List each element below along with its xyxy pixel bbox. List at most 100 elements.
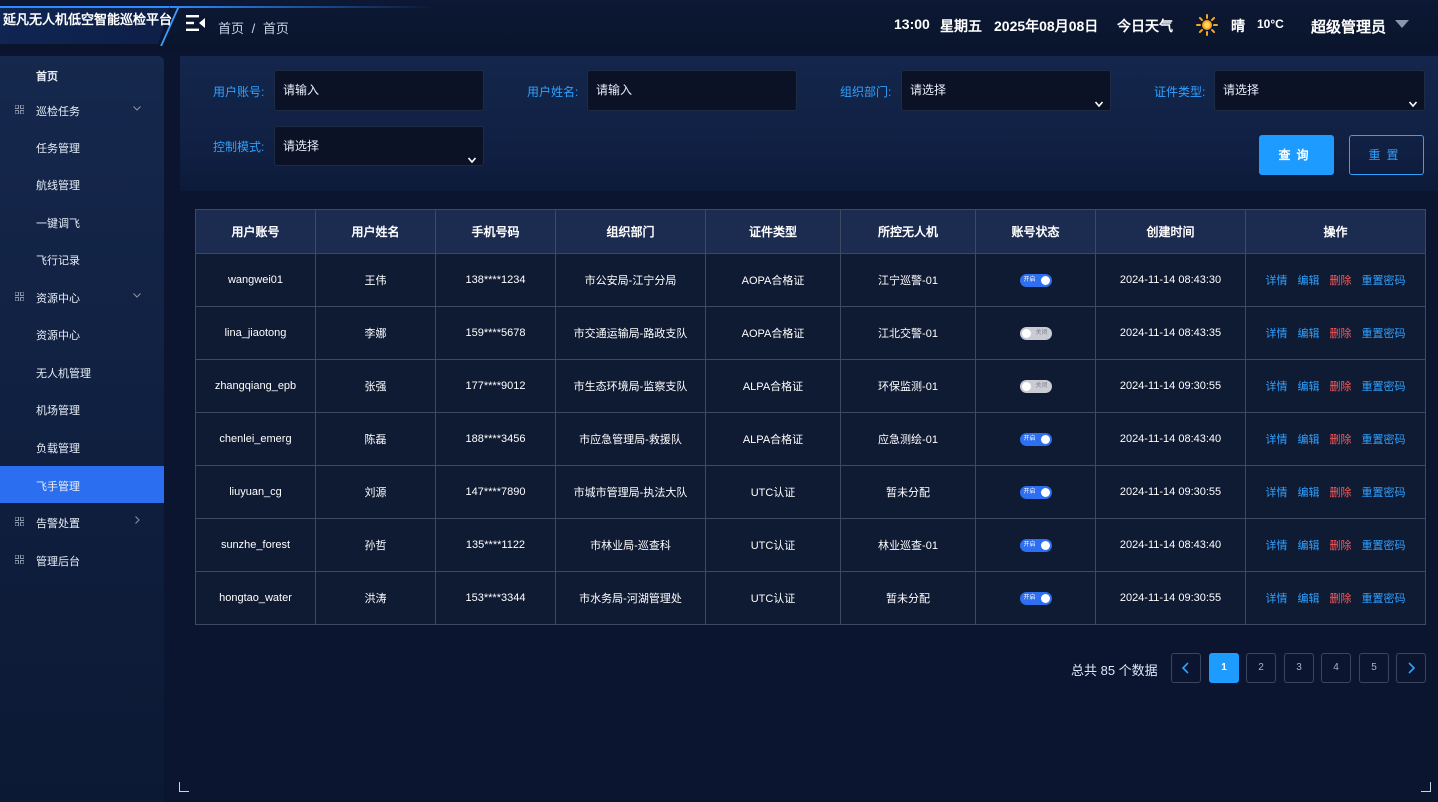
mode-select-value: 请选择 xyxy=(283,139,320,153)
page-button[interactable]: 3 xyxy=(1284,653,1314,683)
edit-link[interactable]: 编辑 xyxy=(1298,434,1320,446)
status-toggle[interactable]: 开启 xyxy=(1019,538,1052,552)
edit-link[interactable]: 编辑 xyxy=(1298,540,1320,552)
column-header: 用户姓名 xyxy=(315,209,436,254)
cell-drone: 暂未分配 xyxy=(840,465,976,519)
table-row: zhangqiang_epb 张强 177****9012 市生态环境局-监察支队 AL… xyxy=(195,359,1426,413)
user-name[interactable]: 超级管理员 xyxy=(1311,16,1386,37)
cell-dept: 市城市管理局-执法大队 xyxy=(555,465,706,519)
cell-created: 2024-11-14 08:43:35 xyxy=(1095,306,1246,360)
chevron-down-icon xyxy=(133,106,141,111)
detail-link[interactable]: 详情 xyxy=(1266,381,1288,393)
reset-password-link[interactable]: 重置密码 xyxy=(1362,328,1406,340)
sidebar-item[interactable]: 飞行记录 xyxy=(0,240,164,277)
mode-select[interactable]: 请选择 xyxy=(274,126,484,166)
status-toggle[interactable]: 关闭 xyxy=(1019,379,1052,393)
reset-password-link[interactable]: 重置密码 xyxy=(1362,593,1406,605)
sidebar-item[interactable]: 一键调飞 xyxy=(0,203,164,240)
sidebar-item-label: 航线管理 xyxy=(36,180,80,192)
delete-link[interactable]: 删除 xyxy=(1330,275,1352,287)
delete-link[interactable]: 删除 xyxy=(1330,487,1352,499)
cell-account: chenlei_emerg xyxy=(195,412,316,466)
delete-link[interactable]: 删除 xyxy=(1330,593,1352,605)
sidebar-item[interactable]: 负载管理 xyxy=(0,428,164,465)
table-row: chenlei_emerg 陈磊 188****3456 市应急管理局-救援队 ALPA… xyxy=(195,412,1426,466)
cell-status: 关闭 xyxy=(975,359,1096,413)
status-toggle[interactable]: 开启 xyxy=(1019,273,1052,287)
breadcrumb-current: 首页 xyxy=(262,21,289,36)
delete-link[interactable]: 删除 xyxy=(1330,540,1352,552)
cert-select[interactable]: 请选择 xyxy=(1214,70,1425,111)
cell-cert: UTC认证 xyxy=(705,465,841,519)
toggle-knob xyxy=(1040,434,1050,444)
cell-cert: ALPA合格证 xyxy=(705,412,841,466)
breadcrumb-home[interactable]: 首页 xyxy=(218,21,244,36)
status-toggle-text: 开启 xyxy=(1023,488,1036,495)
reset-password-link[interactable]: 重置密码 xyxy=(1362,540,1406,552)
reset-password-link[interactable]: 重置密码 xyxy=(1362,487,1406,499)
sidebar-item-label: 机场管理 xyxy=(36,405,80,417)
status-toggle-text: 开启 xyxy=(1023,541,1036,548)
sidebar-item[interactable]: 首页 xyxy=(0,56,164,93)
sidebar-item[interactable]: 飞手管理 xyxy=(0,466,164,503)
delete-link[interactable]: 删除 xyxy=(1330,434,1352,446)
prev-page-button[interactable] xyxy=(1171,653,1201,683)
cell-account: sunzhe_forest xyxy=(195,518,316,572)
detail-link[interactable]: 详情 xyxy=(1266,593,1288,605)
edit-link[interactable]: 编辑 xyxy=(1298,593,1320,605)
toggle-knob xyxy=(1021,381,1031,391)
reset-button[interactable]: 重置 xyxy=(1349,135,1424,175)
edit-link[interactable]: 编辑 xyxy=(1298,487,1320,499)
cell-account: hongtao_water xyxy=(195,571,316,625)
sidebar-item[interactable]: 管理后台 xyxy=(0,541,164,578)
status-toggle[interactable]: 开启 xyxy=(1019,432,1052,446)
table-row: sunzhe_forest 孙哲 135****1122 市林业局-巡查科 UTC认证林… xyxy=(195,518,1426,572)
sidebar-item[interactable]: 任务管理 xyxy=(0,128,164,165)
delete-link[interactable]: 删除 xyxy=(1330,381,1352,393)
cell-drone: 江宁巡警-01 xyxy=(840,253,976,307)
chevron-right-icon xyxy=(135,516,140,524)
status-toggle[interactable]: 开启 xyxy=(1019,591,1052,605)
name-input[interactable]: 请输入 xyxy=(587,70,797,111)
sidebar-item-label: 一键调飞 xyxy=(36,218,80,230)
sidebar-item[interactable]: 资源中心 xyxy=(0,315,164,352)
sidebar-item[interactable]: 无人机管理 xyxy=(0,353,164,390)
page-button[interactable]: 4 xyxy=(1321,653,1351,683)
cell-status: 开启 xyxy=(975,253,1096,307)
sidebar-item[interactable]: 资源中心 xyxy=(0,278,164,315)
status-toggle[interactable]: 关闭 xyxy=(1019,326,1052,340)
account-input[interactable]: 请输入 xyxy=(274,70,484,111)
user-menu-caret-icon[interactable] xyxy=(1395,20,1409,28)
menu-collapse-icon[interactable] xyxy=(186,14,206,32)
dept-select[interactable]: 请选择 xyxy=(901,70,1111,111)
sidebar-item[interactable]: 告警处置 xyxy=(0,503,164,540)
page-button[interactable]: 1 xyxy=(1209,653,1239,683)
cell-cert: UTC认证 xyxy=(705,518,841,572)
reset-password-link[interactable]: 重置密码 xyxy=(1362,275,1406,287)
cell-dept: 市生态环境局-监察支队 xyxy=(555,359,706,413)
detail-link[interactable]: 详情 xyxy=(1266,540,1288,552)
page-button[interactable]: 5 xyxy=(1359,653,1389,683)
edit-link[interactable]: 编辑 xyxy=(1298,381,1320,393)
detail-link[interactable]: 详情 xyxy=(1266,434,1288,446)
next-page-button[interactable] xyxy=(1396,653,1426,683)
edit-link[interactable]: 编辑 xyxy=(1298,328,1320,340)
sidebar-item[interactable]: 机场管理 xyxy=(0,390,164,427)
breadcrumb: 首页 / 首页 xyxy=(218,18,293,37)
sidebar-item-label: 巡检任务 xyxy=(36,106,80,118)
page-button[interactable]: 2 xyxy=(1246,653,1276,683)
detail-link[interactable]: 详情 xyxy=(1266,487,1288,499)
delete-link[interactable]: 删除 xyxy=(1330,328,1352,340)
sidebar-item-label: 无人机管理 xyxy=(36,368,91,380)
sidebar-item[interactable]: 巡检任务 xyxy=(0,91,164,128)
app-title: 延凡无人机低空智能巡检平台 xyxy=(3,12,173,27)
reset-password-link[interactable]: 重置密码 xyxy=(1362,381,1406,393)
status-toggle[interactable]: 开启 xyxy=(1019,485,1052,499)
sidebar-item[interactable]: 航线管理 xyxy=(0,165,164,202)
detail-link[interactable]: 详情 xyxy=(1266,328,1288,340)
grid-icon xyxy=(15,517,24,526)
edit-link[interactable]: 编辑 xyxy=(1298,275,1320,287)
detail-link[interactable]: 详情 xyxy=(1266,275,1288,287)
reset-password-link[interactable]: 重置密码 xyxy=(1362,434,1406,446)
query-button[interactable]: 查询 xyxy=(1259,135,1334,175)
